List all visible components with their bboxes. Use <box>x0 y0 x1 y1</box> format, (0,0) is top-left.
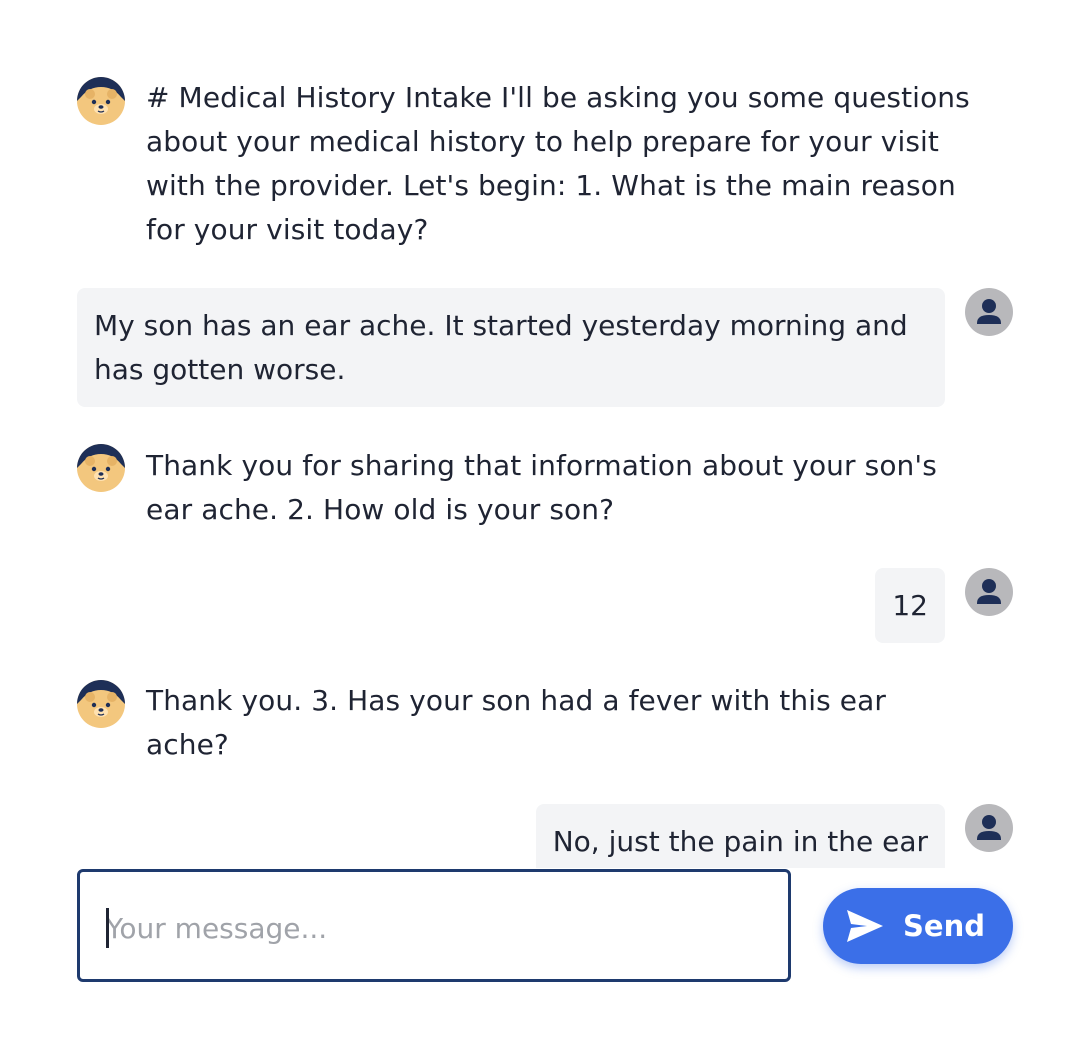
paper-plane-icon <box>847 910 884 942</box>
bear-avatar-icon <box>77 680 125 728</box>
user-avatar <box>965 568 1013 616</box>
user-message-bubble: My son has an ear ache. It started yeste… <box>77 288 945 407</box>
person-icon <box>977 299 1001 324</box>
text-caret <box>106 908 109 948</box>
user-message-bubble: 12 <box>875 568 945 643</box>
person-icon <box>977 579 1001 604</box>
bear-avatar-icon <box>77 77 125 125</box>
bot-message: Thank you for sharing that information a… <box>146 449 937 526</box>
user-message: My son has an ear ache. It started yeste… <box>94 309 908 386</box>
bot-avatar <box>77 444 125 492</box>
send-button-label: Send <box>903 909 985 943</box>
bot-avatar <box>77 77 125 125</box>
user-avatar <box>965 804 1013 852</box>
user-message-bubble: No, just the pain in the ear <box>535 804 945 868</box>
user-message: No, just the pain in the ear <box>552 825 928 858</box>
user-avatar <box>965 288 1013 336</box>
message-input[interactable] <box>106 906 766 950</box>
user-message: 12 <box>892 589 928 622</box>
bear-avatar-icon <box>77 444 125 492</box>
message-input-container[interactable] <box>77 869 791 982</box>
bot-avatar <box>77 680 125 728</box>
send-button[interactable]: Send <box>823 888 1013 964</box>
chat-window: # Medical History Intake I'll be asking … <box>0 0 1092 1060</box>
bot-message: # Medical History Intake I'll be asking … <box>146 81 970 246</box>
bot-message: Thank you. 3. Has your son had a fever w… <box>146 684 886 761</box>
person-icon <box>977 815 1001 840</box>
message-list[interactable]: # Medical History Intake I'll be asking … <box>0 0 1092 868</box>
